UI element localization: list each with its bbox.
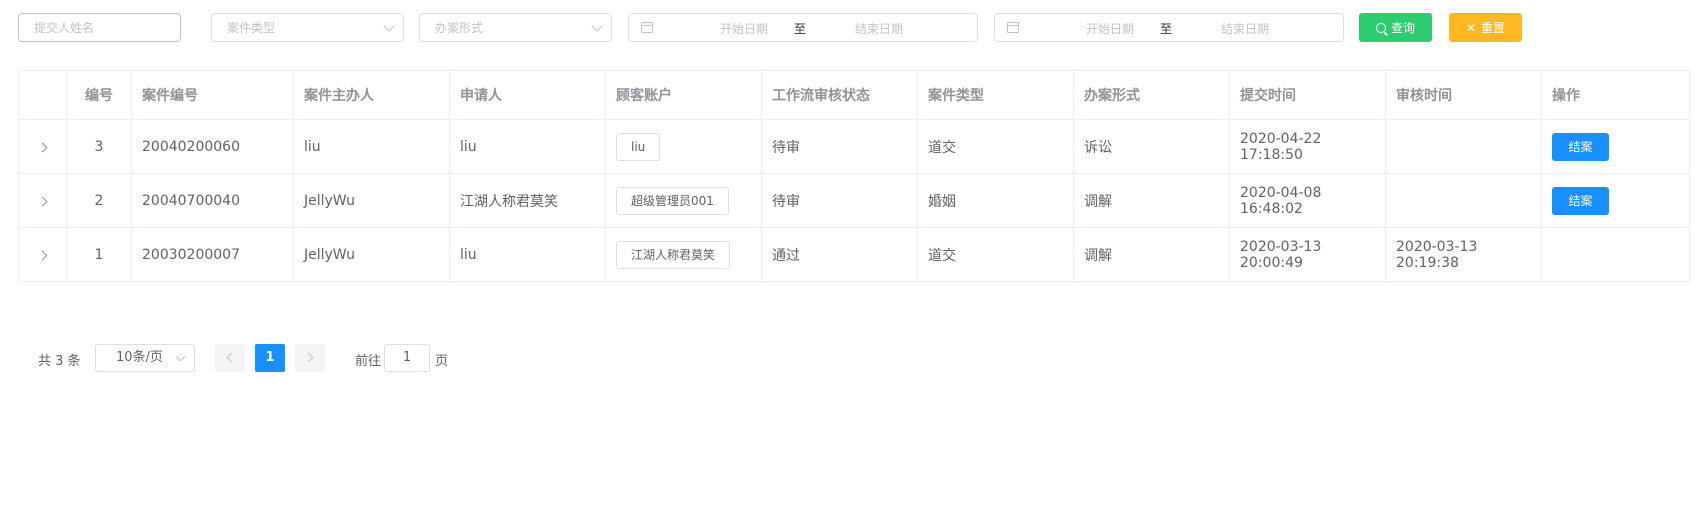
column-header-review-time: 审核时间 — [1385, 70, 1542, 120]
reset-button-label: 重置 — [1481, 21, 1506, 35]
column-header-applicant: 申请人 — [449, 70, 606, 120]
cell-action — [1541, 227, 1690, 282]
cell-account: 超级管理员001 — [605, 173, 762, 228]
submitter-name-input[interactable]: 提交人姓名 — [18, 13, 181, 42]
cell-action: 结案 — [1541, 173, 1690, 228]
cell-case-no: 20040200060 — [131, 119, 294, 174]
cell-review-time — [1385, 173, 1542, 228]
table-row: 1 20030200007 JellyWu liu 江湖人称君莫笑 通过 道交 … — [18, 227, 1690, 282]
reset-button[interactable]: ✕ 重置 — [1449, 13, 1522, 42]
range-separator: 至 — [1160, 22, 1173, 36]
handling-form-select[interactable]: 办案形式 — [419, 13, 612, 42]
goto-page-input[interactable]: 1 — [384, 344, 430, 372]
column-header-action: 操作 — [1541, 70, 1690, 120]
cell-review-time: 2020-03-13 20:19:38 — [1385, 227, 1542, 282]
filter-bar: 提交人姓名 案件类型 办案形式 开始日期 至 结束日期 开始日期 至 结束日期 … — [0, 0, 1708, 60]
page-size-select[interactable]: 10条/页 — [95, 344, 195, 372]
date-range-picker-1[interactable]: 开始日期 至 结束日期 — [628, 13, 978, 42]
total-count: 共 3 条 — [38, 354, 81, 369]
calendar-icon — [641, 22, 653, 33]
cell-submit-time: 2020-04-22 17:18:50 — [1229, 119, 1386, 174]
account-tag[interactable]: 江湖人称君莫笑 — [616, 240, 731, 269]
column-header-case-type: 案件类型 — [917, 70, 1074, 120]
cell-host: liu — [293, 119, 450, 174]
column-header-id: 编号 — [66, 70, 132, 120]
date-range-picker-2[interactable]: 开始日期 至 结束日期 — [994, 13, 1344, 42]
cell-form: 调解 — [1073, 173, 1230, 228]
close-case-button[interactable]: 结案 — [1552, 132, 1609, 161]
close-case-button[interactable]: 结案 — [1552, 186, 1609, 215]
expand-cell[interactable] — [18, 173, 67, 228]
start-date-input[interactable]: 开始日期 — [689, 20, 799, 37]
search-button[interactable]: 查询 — [1359, 13, 1432, 42]
cell-submit-time: 2020-03-13 20:00:49 — [1229, 227, 1386, 282]
search-button-label: 查询 — [1390, 21, 1415, 35]
cell-form: 调解 — [1073, 227, 1230, 282]
cell-case-no: 20030200007 — [131, 227, 294, 282]
cell-host: JellyWu — [293, 227, 450, 282]
chevron-right-icon[interactable] — [37, 196, 48, 206]
start-date-input[interactable]: 开始日期 — [1055, 20, 1165, 37]
expand-cell[interactable] — [18, 119, 67, 174]
column-header-status: 工作流审核状态 — [761, 70, 918, 120]
end-date-input[interactable]: 结束日期 — [1190, 20, 1300, 37]
cell-applicant: liu — [449, 119, 606, 174]
cell-id: 3 — [66, 119, 132, 174]
page-number-current[interactable]: 1 — [255, 344, 285, 372]
chevron-right-icon[interactable] — [37, 250, 48, 260]
column-header-submit-time: 提交时间 — [1229, 70, 1386, 120]
cell-submit-time: 2020-04-08 16:48:02 — [1229, 173, 1386, 228]
cell-status: 待审 — [761, 119, 918, 174]
table-row: 3 20040200060 liu liu liu 待审 道交 诉讼 2020-… — [18, 119, 1690, 174]
cell-id: 2 — [66, 173, 132, 228]
cell-status: 待审 — [761, 173, 918, 228]
chevron-right-icon — [303, 352, 314, 363]
column-header-host: 案件主办人 — [293, 70, 450, 120]
cell-case-no: 20040700040 — [131, 173, 294, 228]
cell-case-type: 婚姻 — [917, 173, 1074, 228]
cell-applicant: 江湖人称君莫笑 — [449, 173, 606, 228]
page-suffix-label: 页 — [435, 354, 449, 369]
case-type-placeholder: 案件类型 — [227, 21, 276, 35]
cell-host: JellyWu — [293, 173, 450, 228]
account-tag[interactable]: 超级管理员001 — [616, 186, 729, 215]
range-separator: 至 — [794, 22, 807, 36]
case-table: 编号 案件编号 案件主办人 申请人 顾客账户 工作流审核状态 案件类型 办案形式… — [18, 70, 1690, 282]
cell-account: 江湖人称君莫笑 — [605, 227, 762, 282]
account-tag[interactable]: liu — [616, 132, 661, 161]
end-date-input[interactable]: 结束日期 — [824, 20, 934, 37]
table-row: 2 20040700040 JellyWu 江湖人称君莫笑 超级管理员001 待… — [18, 173, 1690, 228]
expand-cell[interactable] — [18, 227, 67, 282]
cell-case-type: 道交 — [917, 227, 1074, 282]
next-page-button[interactable] — [295, 344, 325, 372]
goto-label: 前往 — [355, 354, 382, 369]
cell-review-time — [1385, 119, 1542, 174]
prev-page-button[interactable] — [215, 344, 245, 372]
chevron-down-icon — [383, 20, 395, 32]
chevron-down-icon — [175, 351, 186, 362]
search-icon — [1375, 22, 1386, 33]
chevron-down-icon — [591, 20, 603, 32]
close-icon: ✕ — [1465, 20, 1477, 35]
cell-account: liu — [605, 119, 762, 174]
handling-form-placeholder: 办案形式 — [435, 21, 484, 35]
column-header-case-no: 案件编号 — [131, 70, 294, 120]
table-header-row: 编号 案件编号 案件主办人 申请人 顾客账户 工作流审核状态 案件类型 办案形式… — [18, 70, 1690, 120]
column-header-expand — [18, 70, 67, 120]
cell-action: 结案 — [1541, 119, 1690, 174]
column-header-account: 顾客账户 — [605, 70, 762, 120]
cell-id: 1 — [66, 227, 132, 282]
chevron-left-icon — [226, 352, 237, 363]
pagination: 共 3 条 10条/页 1 前往 1 页 — [38, 344, 498, 372]
cell-form: 诉讼 — [1073, 119, 1230, 174]
cell-case-type: 道交 — [917, 119, 1074, 174]
cell-status: 通过 — [761, 227, 918, 282]
calendar-icon — [1007, 22, 1019, 33]
column-header-form: 办案形式 — [1073, 70, 1230, 120]
cell-applicant: liu — [449, 227, 606, 282]
submitter-name-placeholder: 提交人姓名 — [34, 21, 95, 35]
page-size-value: 10条/页 — [116, 350, 163, 365]
chevron-right-icon[interactable] — [37, 142, 48, 152]
case-type-select[interactable]: 案件类型 — [211, 13, 404, 42]
